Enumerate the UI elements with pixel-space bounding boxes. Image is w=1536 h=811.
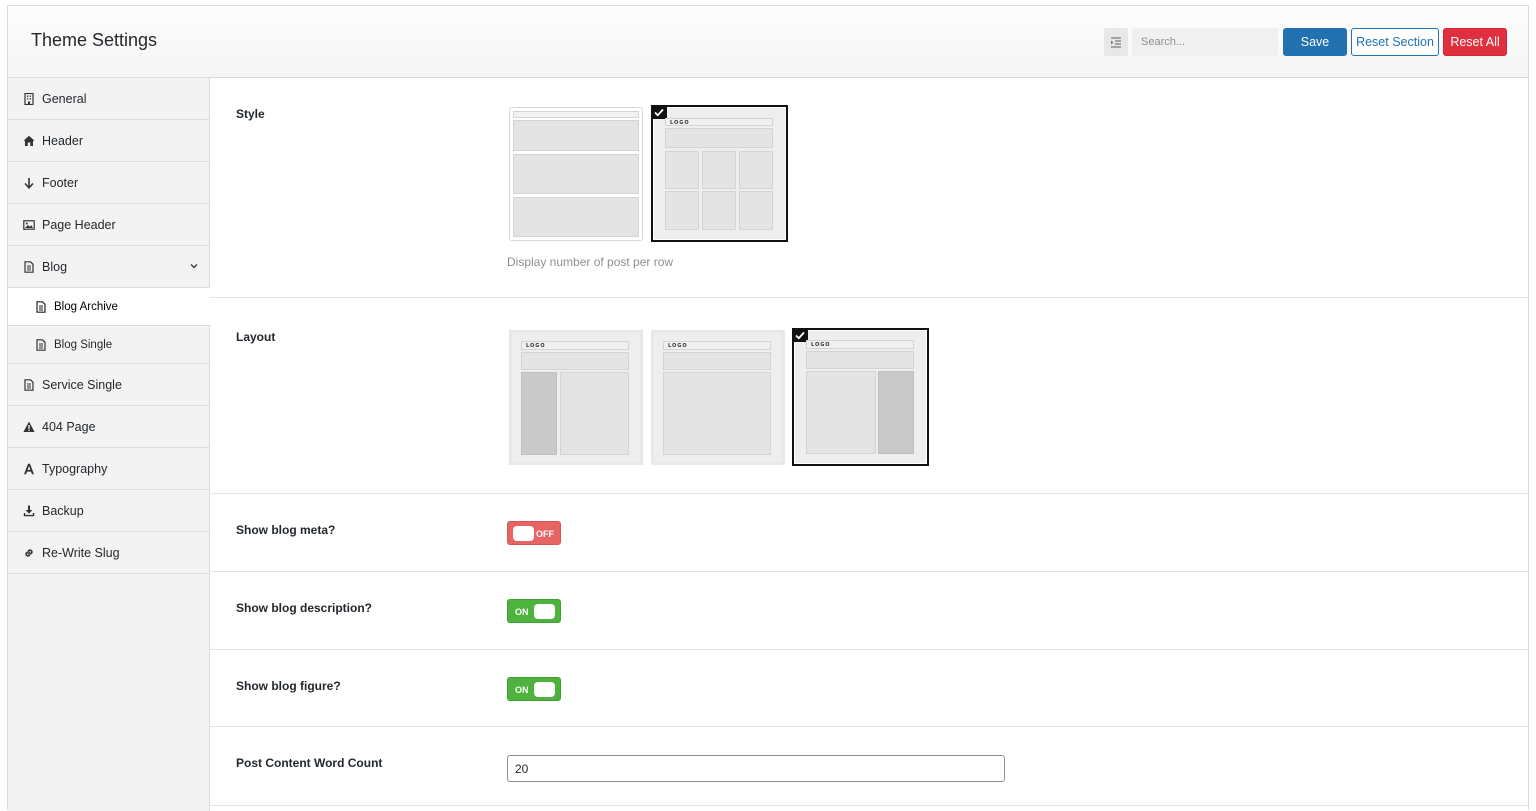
show-meta-label: Show blog meta? (236, 523, 336, 537)
selected-check-icon (651, 105, 667, 119)
search-input[interactable] (1132, 28, 1278, 56)
toggle-state-label: OFF (536, 529, 554, 539)
toggle-knob (534, 604, 555, 619)
sidebar-item-rewrite-slug[interactable]: Re-Write Slug (8, 532, 209, 574)
save-button[interactable]: Save (1283, 28, 1347, 56)
page-title: Theme Settings (31, 30, 158, 50)
image-icon (22, 218, 35, 231)
sidebar-item-blog-single[interactable]: Blog Single (8, 326, 209, 364)
toggle-state-label: ON (515, 685, 529, 695)
style-label: Style (236, 107, 265, 121)
sidebar-item-footer[interactable]: Footer (8, 162, 209, 204)
word-count-label: Post Content Word Count (236, 756, 383, 770)
style-option-one-column[interactable] (509, 107, 643, 241)
warning-icon (22, 420, 35, 433)
layout-option-no-sidebar[interactable]: LOGO (651, 330, 785, 465)
sidebar-item-general[interactable]: General (8, 78, 209, 120)
toggle-knob (513, 526, 534, 541)
sidebar-item-blog[interactable]: Blog (8, 246, 209, 288)
document-icon (34, 338, 47, 351)
header-bar: Theme Settings Save Reset Section Reset … (8, 6, 1528, 78)
document-icon (22, 378, 35, 391)
style-setting-row: Style LOGO Display number of post per ro… (210, 78, 1528, 298)
sidebar-item-label: Blog (42, 259, 68, 274)
show-description-label: Show blog description? (236, 601, 372, 615)
show-description-setting-row: Show blog description? ON (210, 572, 1528, 650)
show-figure-toggle[interactable]: ON (507, 677, 561, 701)
sidebar-item-label: General (42, 91, 87, 106)
sidebar-item-page-header[interactable]: Page Header (8, 204, 209, 246)
layout-option-left-sidebar[interactable]: LOGO (509, 330, 643, 465)
sidebar-item-label: Backup (42, 503, 84, 518)
logo-placeholder: LOGO (811, 342, 831, 348)
sidebar-item-label: Page Header (42, 217, 116, 232)
logo-placeholder: LOGO (526, 343, 546, 349)
show-meta-setting-row: Show blog meta? OFF (210, 494, 1528, 572)
font-icon (22, 462, 35, 475)
sidebar-item-label: Footer (42, 175, 79, 190)
show-figure-label: Show blog figure? (236, 679, 341, 693)
show-description-toggle[interactable]: ON (507, 599, 561, 623)
indent-list-icon (1111, 36, 1121, 48)
sidebar-item-typography[interactable]: Typography (8, 448, 209, 490)
sidebar-item-blog-archive[interactable]: Blog Archive (8, 288, 210, 326)
sidebar-item-label: Re-Write Slug (42, 545, 120, 560)
logo-placeholder: LOGO (668, 343, 688, 349)
document-icon (22, 260, 35, 273)
expand-options-button[interactable] (1104, 28, 1128, 56)
layout-option-right-sidebar[interactable]: LOGO (792, 328, 929, 466)
reset-all-button[interactable]: Reset All (1443, 28, 1507, 56)
toggle-state-label: ON (515, 607, 529, 617)
download-icon (22, 504, 35, 517)
arrow-down-icon (22, 176, 35, 189)
sidebar-item-label: Header (42, 133, 83, 148)
show-meta-toggle[interactable]: OFF (507, 521, 561, 545)
sidebar-item-label: 404 Page (42, 419, 96, 434)
word-count-input[interactable] (507, 755, 1005, 782)
toggle-knob (534, 682, 555, 697)
sidebar-item-label: Typography (42, 461, 108, 476)
layout-label: Layout (236, 330, 276, 344)
document-icon (34, 300, 47, 313)
sidebar-nav: General Header Footer Page Header Blog B… (8, 78, 210, 811)
logo-placeholder: LOGO (670, 120, 690, 126)
style-description: Display number of post per row (507, 255, 674, 269)
sidebar-item-label: Blog Archive (54, 300, 118, 313)
sidebar-item-label: Service Single (42, 377, 122, 392)
reset-section-button[interactable]: Reset Section (1351, 28, 1439, 56)
settings-content: Style LOGO Display number of post per ro… (210, 78, 1528, 811)
sidebar-item-label: Blog Single (54, 338, 113, 351)
layout-setting-row: Layout LOGO LOGO LOGO (210, 298, 1528, 494)
chevron-down-icon (190, 264, 198, 269)
style-option-three-columns[interactable]: LOGO (651, 105, 788, 242)
home-icon (22, 134, 35, 147)
show-figure-setting-row: Show blog figure? ON (210, 650, 1528, 727)
theme-settings-panel: Theme Settings Save Reset Section Reset … (7, 5, 1529, 811)
link-icon (22, 546, 35, 559)
sidebar-item-header[interactable]: Header (8, 120, 209, 162)
sidebar-item-service-single[interactable]: Service Single (8, 364, 209, 406)
word-count-setting-row: Post Content Word Count (210, 727, 1528, 806)
building-icon (22, 92, 35, 105)
sidebar-item-404-page[interactable]: 404 Page (8, 406, 209, 448)
sidebar-item-backup[interactable]: Backup (8, 490, 209, 532)
